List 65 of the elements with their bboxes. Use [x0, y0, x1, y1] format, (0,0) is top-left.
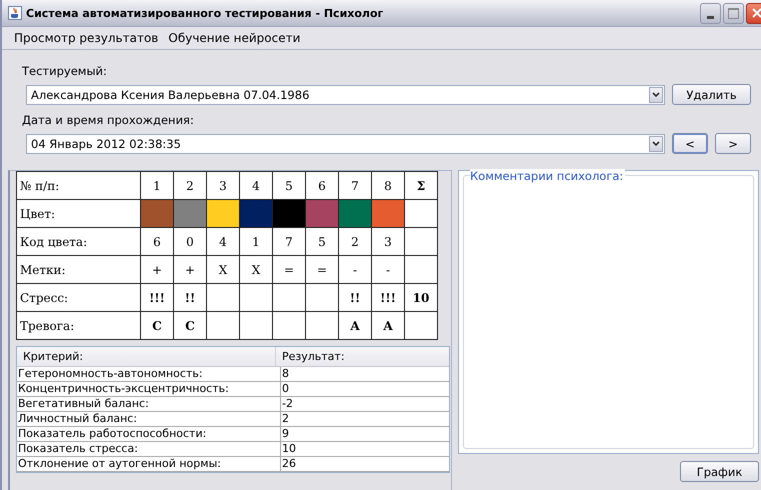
- table-cell: 0: [280, 382, 449, 396]
- table-cell-text: Отклонение от аутогенной нормы:: [17, 457, 222, 471]
- table-cell: C: [174, 312, 206, 340]
- subject-dropdown[interactable]: Александрова Ксения Валерьевна 07.04.1986: [26, 84, 666, 104]
- table-cell: 9: [280, 427, 449, 441]
- table-cell-text: Гетерономность-автономность:: [17, 367, 204, 381]
- table-cell: =: [272, 256, 306, 284]
- column-header: Σ: [404, 172, 438, 200]
- table-cell: -2: [280, 397, 449, 411]
- panel-title: Комментарии психолога:: [470, 169, 626, 183]
- row-label: № п/п:: [16, 172, 140, 200]
- table-cell: 8: [280, 367, 449, 381]
- cup-icon: [8, 6, 22, 20]
- table-cell-text: Концентричность-эксцентричность:: [17, 382, 230, 396]
- table-cell: !!!: [372, 284, 404, 312]
- previous-button[interactable]: <: [672, 133, 708, 154]
- table-cell: C: [140, 312, 174, 340]
- table-cell: !!: [338, 284, 372, 312]
- table-cell: 2: [338, 228, 372, 256]
- table-cell-text: Показатель стресса:: [17, 442, 139, 456]
- table-cell-text: Показатель работоспособности:: [17, 427, 208, 441]
- close-button[interactable]: [746, 2, 761, 24]
- table-cell: 5: [306, 228, 338, 256]
- delete-button[interactable]: Удалить: [672, 84, 751, 105]
- table-cell: =: [306, 256, 338, 284]
- row-label: Цвет:: [16, 200, 140, 228]
- row-label: Тревога:: [16, 312, 140, 340]
- comments-panel[interactable]: Комментарии психолога:: [458, 170, 759, 454]
- table-cell: X: [240, 256, 272, 284]
- table-cell: 0: [174, 228, 206, 256]
- table-cell: X: [206, 256, 240, 284]
- row-label: Код цвета:: [16, 228, 140, 256]
- table-cell: 7: [272, 228, 306, 256]
- table-cell-text: Вегетативный баланс:: [17, 397, 150, 411]
- table-cell: 2: [280, 412, 449, 426]
- row-label: Метки:: [16, 256, 140, 284]
- table-cell: 26: [280, 457, 449, 471]
- table-cell: 1: [240, 228, 272, 256]
- table-cell: +: [174, 256, 206, 284]
- chart-button[interactable]: График: [680, 461, 759, 482]
- column-header[interactable]: Результат:: [275, 347, 449, 366]
- table-cell: A: [338, 312, 372, 340]
- menu-item[interactable]: Обучение нейросети: [168, 31, 300, 45]
- minimize-button[interactable]: [700, 2, 721, 24]
- column-header[interactable]: Критерий:: [17, 347, 275, 366]
- table-cell: -: [372, 256, 404, 284]
- close-icon[interactable]: [752, 8, 761, 18]
- table-cell-text: Личностный баланс:: [17, 412, 138, 426]
- table-cell: 10: [404, 284, 438, 312]
- menu-item[interactable]: Просмотр результатов: [14, 31, 158, 45]
- date-dropdown[interactable]: 04 Январь 2012 02:38:35: [26, 134, 666, 154]
- row-label: Стресс:: [16, 284, 140, 312]
- window-title: Система автоматизированного тестирования - Психолог: [26, 6, 384, 20]
- field-label: Тестируемый:: [22, 64, 108, 78]
- table-cell: 3: [372, 228, 404, 256]
- field-label: Дата и время прохождения:: [22, 113, 195, 127]
- table-cell: -: [338, 256, 372, 284]
- table-cell: +: [140, 256, 174, 284]
- table-cell: 10: [280, 442, 449, 456]
- table-cell: !!: [174, 284, 206, 312]
- table-cell: 4: [206, 228, 240, 256]
- table-cell: A: [372, 312, 404, 340]
- next-button[interactable]: >: [715, 133, 751, 154]
- table-cell: 6: [140, 228, 174, 256]
- table-cell: !!!: [140, 284, 174, 312]
